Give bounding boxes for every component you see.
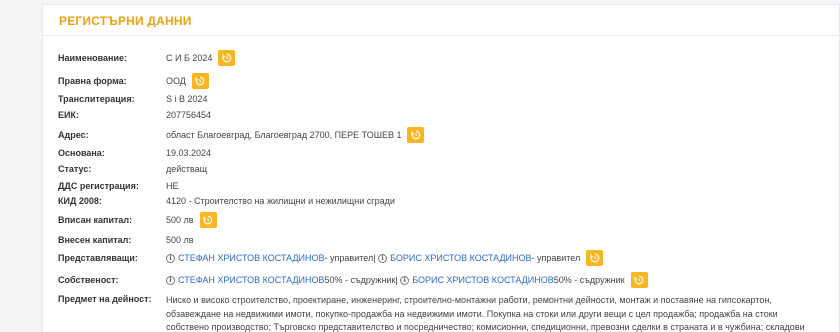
vat-label: ДДС регистрация: bbox=[58, 181, 139, 191]
representative-link[interactable]: БОРИС ХРИСТОВ КОСТАДИНОВ bbox=[390, 253, 531, 263]
separator: | bbox=[373, 253, 376, 263]
representatives-label: Представляващи: bbox=[58, 253, 138, 263]
card-header: РЕГИСТЪРНИ ДАННИ bbox=[43, 5, 839, 36]
row-name: Наименование: С И Б 2024 bbox=[58, 50, 828, 66]
row-status: Статус: действащ bbox=[58, 164, 828, 174]
ownership-label: Собственост: bbox=[58, 275, 119, 285]
history-icon bbox=[634, 275, 644, 285]
legal-form-history-button[interactable] bbox=[191, 73, 209, 89]
activity-value: Ниско и високо строителство, проектиране… bbox=[166, 295, 805, 332]
vat-value: НЕ bbox=[166, 181, 179, 191]
eik-value: 207756454 bbox=[166, 110, 212, 120]
history-icon bbox=[203, 215, 213, 225]
name-value: С И Б 2024 bbox=[166, 53, 213, 63]
transliteration-value: S i B 2024 bbox=[166, 94, 208, 104]
owner-share: 50% - съдружник bbox=[553, 275, 625, 285]
kid-label: КИД 2008: bbox=[58, 196, 102, 206]
row-transliteration: Транслитерация: S i B 2024 bbox=[58, 94, 828, 104]
address-label: Адрес: bbox=[58, 130, 89, 140]
representative-role: - управител bbox=[324, 253, 374, 263]
history-icon bbox=[589, 253, 600, 263]
owner-share: 50% - съдружник bbox=[324, 275, 396, 285]
row-registered-capital: Вписан капитал: 500 лв bbox=[58, 212, 828, 228]
row-representatives: Представляващи: i СТЕФАН ХРИСТОВ КОСТАДИ… bbox=[58, 250, 828, 266]
row-legal-form: Правна форма: ООД bbox=[58, 73, 828, 89]
info-icon[interactable]: i bbox=[166, 253, 175, 263]
row-vat: ДДС регистрация: НЕ bbox=[58, 181, 828, 191]
registered-capital-label: Вписан капитал: bbox=[58, 215, 133, 225]
info-icon[interactable]: i bbox=[378, 253, 388, 263]
row-founded: Основана: 19.03.2024 bbox=[58, 148, 828, 158]
history-icon bbox=[195, 76, 205, 86]
registered-capital-value: 500 лв bbox=[166, 215, 194, 225]
paid-capital-label: Внесен капитал: bbox=[58, 235, 132, 245]
representatives-history-button[interactable] bbox=[586, 250, 604, 266]
info-icon[interactable]: i bbox=[166, 275, 175, 285]
paid-capital-value: 500 лв bbox=[166, 235, 194, 245]
row-kid: КИД 2008: 4120 - Строителство на жилищни… bbox=[58, 196, 828, 206]
status-value: действащ bbox=[166, 164, 207, 174]
legal-form-label: Правна форма: bbox=[58, 76, 127, 86]
row-ownership: Собственост: i СТЕФАН ХРИСТОВ КОСТАДИНОВ… bbox=[58, 272, 828, 288]
address-value: област Благоевград, Благоевград 2700, ПЕ… bbox=[166, 130, 402, 140]
owner-link[interactable]: СТЕФАН ХРИСТОВ КОСТАДИНОВ bbox=[178, 275, 325, 285]
registered-capital-history-button[interactable] bbox=[199, 212, 217, 228]
legal-form-value: ООД bbox=[166, 76, 186, 86]
eik-label: ЕИК: bbox=[58, 110, 79, 120]
name-history-button[interactable] bbox=[218, 50, 236, 66]
ownership-history-button[interactable] bbox=[630, 272, 648, 288]
representative-link[interactable]: СТЕФАН ХРИСТОВ КОСТАДИНОВ bbox=[178, 253, 325, 263]
activity-label: Предмет на дейност: bbox=[58, 294, 152, 304]
kid-value: 4120 - Строителство на жилищни и нежилищ… bbox=[166, 196, 395, 206]
status-label: Статус: bbox=[58, 164, 92, 174]
row-address: Адрес: област Благоевград, Благоевград 2… bbox=[58, 127, 828, 143]
row-paid-capital: Внесен капитал: 500 лв bbox=[58, 235, 828, 245]
history-icon bbox=[222, 53, 232, 63]
representative-role: - управител bbox=[531, 253, 581, 263]
transliteration-label: Транслитерация: bbox=[58, 94, 135, 104]
separator: | bbox=[395, 275, 398, 285]
name-label: Наименование: bbox=[58, 53, 128, 63]
founded-value: 19.03.2024 bbox=[166, 148, 212, 158]
owner-link[interactable]: БОРИС ХРИСТОВ КОСТАДИНОВ bbox=[412, 275, 553, 285]
row-eik: ЕИК: 207756454 bbox=[58, 110, 828, 120]
history-icon bbox=[411, 130, 421, 140]
address-history-button[interactable] bbox=[407, 127, 425, 143]
section-title: РЕГИСТЪРНИ ДАННИ bbox=[59, 14, 192, 28]
founded-label: Основана: bbox=[58, 148, 105, 158]
info-icon[interactable]: i bbox=[400, 275, 410, 285]
